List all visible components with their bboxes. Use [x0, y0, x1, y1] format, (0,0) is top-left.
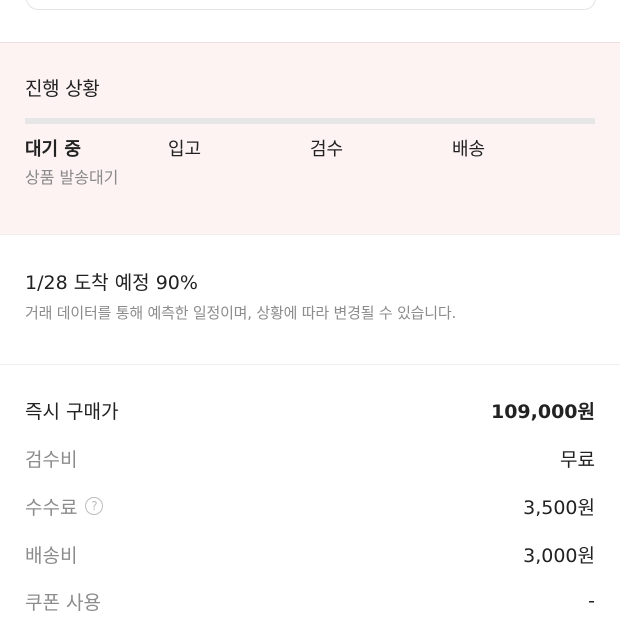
price-label: 배송비 [25, 544, 78, 567]
top-area [0, 0, 620, 42]
step-warehousing: 입고 [168, 139, 202, 160]
progress-bar [25, 118, 595, 124]
progress-title: 진행 상황 [25, 78, 100, 100]
progress-section: 진행 상황 대기 중 입고 검수 배송 상품 발송대기 [0, 43, 620, 234]
price-row-commission: 수수료 ? 3,500원 [25, 491, 595, 521]
price-row-inspection-fee: 검수비 무료 [25, 443, 595, 473]
price-row-buy-now: 즉시 구매가 109,000원 [25, 395, 595, 425]
step-delivery: 배송 [452, 139, 486, 160]
price-row-shipping-fee: 배송비 3,000원 [25, 539, 595, 569]
divider [0, 234, 620, 235]
top-card[interactable] [26, 0, 596, 10]
order-page: 진행 상황 대기 중 입고 검수 배송 상품 발송대기 1/28 도착 예정 9… [0, 0, 620, 620]
price-value: 3,500원 [523, 496, 595, 519]
price-label: 즉시 구매가 [25, 400, 119, 423]
price-value: 무료 [560, 448, 595, 471]
price-label: 검수비 [25, 448, 78, 471]
step-inspection: 검수 [310, 139, 344, 160]
price-value: 3,000원 [523, 544, 595, 567]
step-waiting: 대기 중 [25, 139, 81, 160]
eta-title: 1/28 도착 예정 90% [25, 272, 198, 294]
price-label: 쿠폰 사용 [25, 591, 101, 614]
eta-description: 거래 데이터를 통해 예측한 일정이며, 상황에 따라 변경될 수 있습니다. [25, 304, 457, 322]
price-value: - [588, 590, 595, 612]
commission-label-text: 수수료 [25, 496, 78, 519]
price-label: 수수료 ? [25, 493, 104, 520]
price-row-coupon[interactable]: 쿠폰 사용 - [25, 586, 595, 616]
step-status-detail: 상품 발송대기 [25, 168, 119, 187]
price-value: 109,000원 [490, 400, 595, 423]
help-icon[interactable]: ? [85, 497, 104, 515]
divider [0, 364, 620, 365]
